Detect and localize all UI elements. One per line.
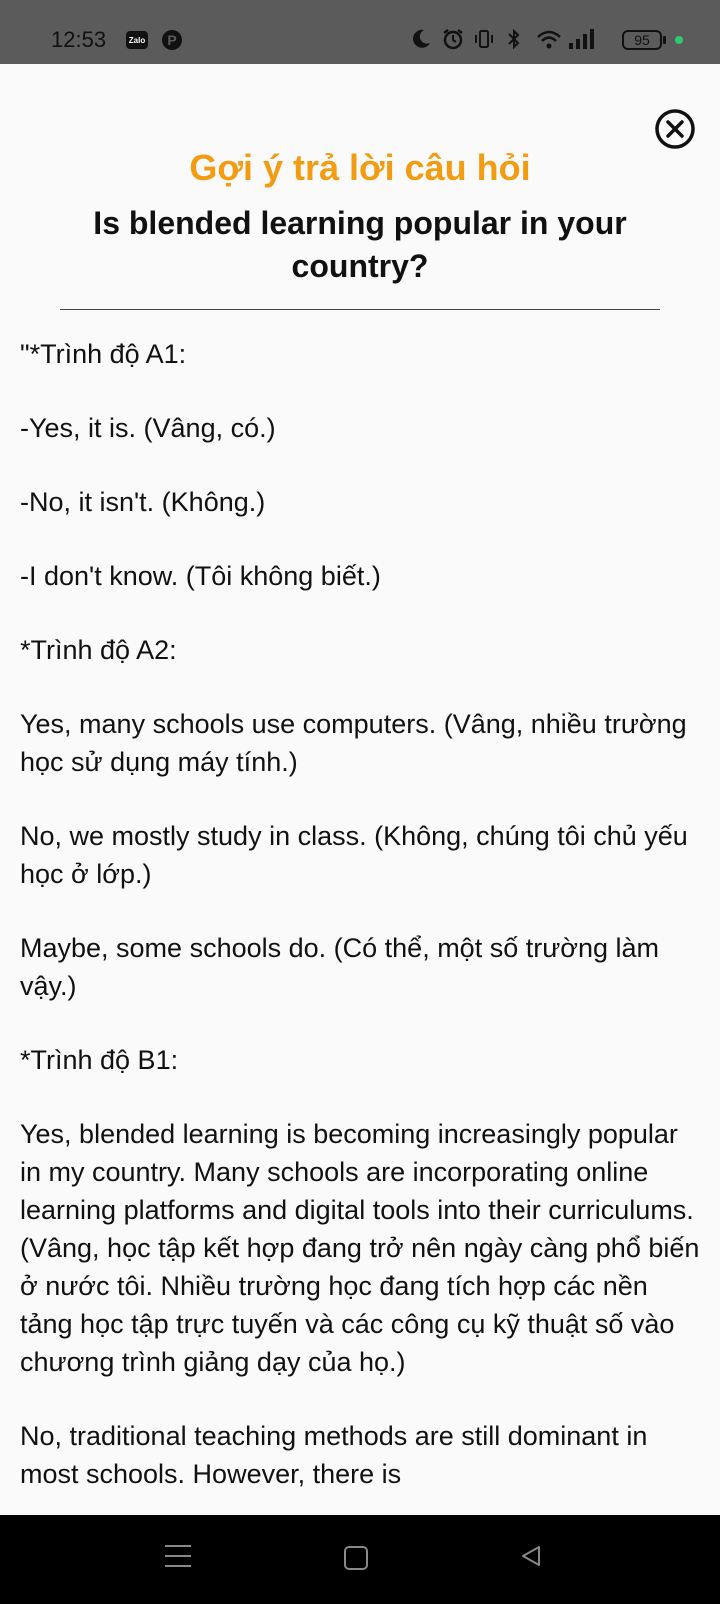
back-icon[interactable]: [519, 1544, 543, 1568]
zalo-icon: Zalo: [126, 31, 148, 49]
divider: [60, 309, 660, 310]
moon-icon: [413, 29, 430, 48]
answer-paragraph: *Trình độ A2:: [20, 635, 177, 665]
vibrate-icon: [475, 30, 493, 48]
wifi-icon: [537, 30, 561, 49]
question-text: Is blended learning popular in your coun…: [93, 205, 627, 284]
battery-level: 95: [634, 32, 650, 48]
answer-paragraph: Yes, blended learning is becoming increa…: [20, 1119, 700, 1377]
signal-icon: [569, 29, 594, 49]
answer-paragraph: *Trình độ B1:: [20, 1045, 179, 1075]
answer-content[interactable]: "*Trình độ A1: -Yes, it is. (Vâng, có.) …: [20, 335, 700, 1515]
answer-paragraph: -Yes, it is. (Vâng, có.): [20, 413, 276, 443]
modal-heading: Gợi ý trả lời câu hỏi: [189, 147, 531, 188]
status-time: 12:53: [51, 27, 107, 52]
battery-icon: 95: [622, 30, 662, 50]
answer-paragraph: "*Trình độ A1:: [20, 339, 187, 369]
answer-paragraph: Maybe, some schools do. (Có thể, một số …: [20, 933, 667, 1001]
menu-icon[interactable]: [165, 1545, 191, 1567]
status-bar: 12:53 Zalo P 95: [0, 0, 720, 64]
answer-paragraph: -No, it isn't. (Không.): [20, 487, 266, 517]
home-icon[interactable]: [344, 1546, 368, 1570]
answer-paragraph: -I don't know. (Tôi không biết.): [20, 561, 381, 591]
bluetooth-icon: [508, 28, 520, 50]
answer-paragraph: Yes, many schools use computers. (Vâng, …: [20, 709, 695, 777]
pinterest-icon: P: [162, 30, 182, 50]
alarm-icon: [443, 29, 463, 50]
answer-paragraph: No, we mostly study in class. (Không, ch…: [20, 821, 696, 889]
answer-paragraph: No, traditional teaching methods are sti…: [20, 1421, 655, 1489]
privacy-indicator-dot: [675, 36, 683, 44]
battery-tip: [663, 36, 666, 44]
close-circle-icon[interactable]: [654, 108, 696, 150]
